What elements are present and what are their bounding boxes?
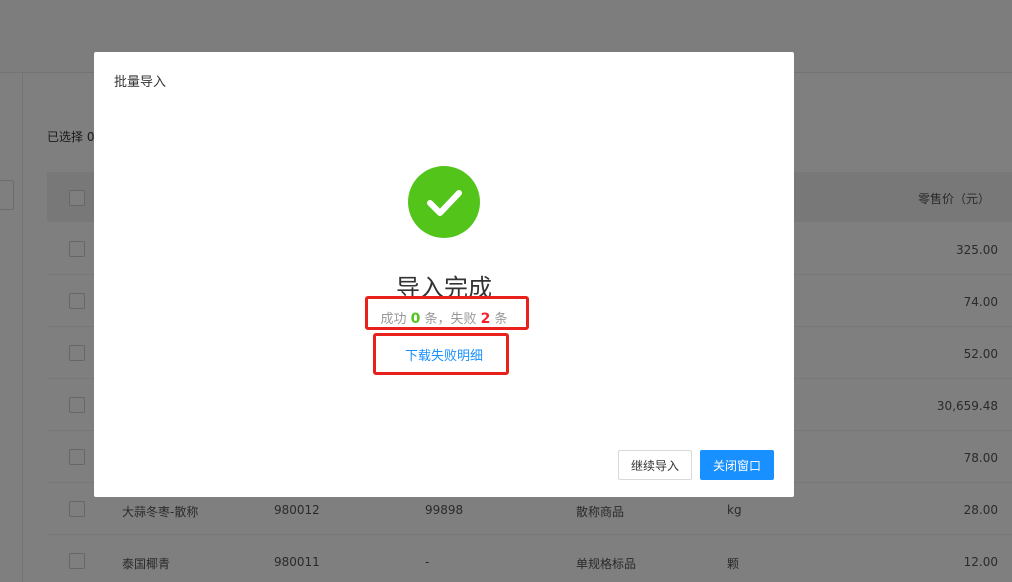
continue-import-button[interactable]: 继续导入: [618, 450, 692, 480]
check-circle-icon: [408, 166, 480, 238]
annotation-box-summary: [365, 296, 529, 330]
batch-import-dialog: 批量导入 导入完成 成功 0 条，失败 2 条 下载失败明细 继续导入 关闭窗口: [94, 52, 794, 497]
annotation-box-download: [373, 333, 509, 375]
dialog-title: 批量导入: [114, 75, 167, 90]
close-window-button[interactable]: 关闭窗口: [700, 450, 774, 480]
